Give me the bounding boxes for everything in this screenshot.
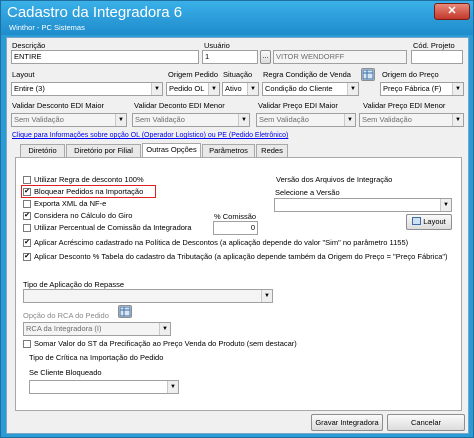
layout-select-value: Entire (3) bbox=[14, 84, 45, 93]
exporta-xml-checkbox[interactable] bbox=[23, 200, 31, 208]
dialog-window: Cadastro da Integradora 6 Winthor - PC S… bbox=[0, 0, 474, 438]
val-preco-menor-label: Validar Preço EDI Menor bbox=[363, 101, 446, 110]
versao-title: Versão dos Arquivos de Integração bbox=[276, 175, 393, 184]
val-desc-menor-value: Sem Validação bbox=[135, 115, 185, 124]
cod-projeto-label: Cód. Projeto bbox=[413, 41, 455, 50]
origem-pedido-value: Pedido OL bbox=[169, 84, 205, 93]
tab-diretorio[interactable]: Diretório bbox=[20, 144, 65, 157]
somar-st-checkbox[interactable] bbox=[23, 340, 31, 348]
gravar-integradora-button[interactable]: Gravar Integradora bbox=[311, 414, 383, 431]
situacao-label: Situação bbox=[223, 70, 253, 79]
tab-parametros[interactable]: Parâmetros bbox=[202, 144, 255, 157]
val-desc-maior-label: Validar Desconto EDI Maior bbox=[12, 101, 104, 110]
chevron-down-icon[interactable]: ▼ bbox=[452, 114, 463, 126]
perc-comissao-label: % Comissão bbox=[214, 212, 257, 221]
chevron-down-icon[interactable]: ▼ bbox=[115, 114, 126, 126]
val-preco-maior-select[interactable]: Sem Validação ▼ bbox=[256, 113, 356, 127]
situacao-value: Ativo bbox=[225, 84, 242, 93]
window-subtitle: Winthor - PC Sistemas bbox=[9, 23, 85, 32]
perc-comissao-input[interactable]: 0 bbox=[213, 221, 258, 235]
tab-outras-opcoes[interactable]: Outras Opções bbox=[142, 143, 201, 158]
selecione-versao-label: Selecione a Versão bbox=[275, 188, 340, 197]
descricao-input[interactable]: ENTIRE bbox=[11, 50, 199, 64]
origem-preco-select[interactable]: Preço Fábrica (F) ▼ bbox=[380, 82, 464, 96]
aplicar-desconto-checkbox[interactable]: ✔ bbox=[23, 253, 31, 261]
chevron-down-icon[interactable]: ▼ bbox=[151, 83, 162, 95]
layout-button-label: Layout bbox=[423, 217, 446, 226]
chevron-down-icon[interactable]: ▼ bbox=[247, 83, 258, 95]
chevron-down-icon[interactable]: ▼ bbox=[208, 83, 219, 95]
val-desc-menor-label: Validar Deconto EDI Menor bbox=[134, 101, 225, 110]
val-desc-maior-value: Sem Validação bbox=[14, 115, 64, 124]
regra-label: Regra Condição de Venda bbox=[263, 70, 351, 79]
origem-preco-value: Preço Fábrica (F) bbox=[383, 84, 442, 93]
layout-button[interactable]: Layout bbox=[406, 214, 452, 230]
chevron-down-icon[interactable]: ▼ bbox=[238, 114, 249, 126]
chevron-down-icon[interactable]: ▼ bbox=[440, 199, 451, 211]
selecione-versao-select[interactable]: ▼ bbox=[274, 198, 452, 212]
title-bar[interactable]: Cadastro da Integradora 6 Winthor - PC S… bbox=[1, 1, 473, 35]
layout-select[interactable]: Entire (3) ▼ bbox=[11, 82, 163, 96]
usuario-name-field: VITOR WENDORFF bbox=[273, 50, 407, 64]
descricao-label: Descrição bbox=[12, 41, 46, 50]
tab-diretorio-filial[interactable]: Diretório por Filial bbox=[66, 144, 141, 157]
window-title: Cadastro da Integradora 6 bbox=[7, 4, 183, 21]
rca-settings-button[interactable] bbox=[118, 305, 132, 318]
val-preco-maior-value: Sem Validação bbox=[259, 115, 309, 124]
rca-value: RCA da Integradora (I) bbox=[26, 324, 102, 333]
repasse-select[interactable]: ▼ bbox=[23, 289, 273, 303]
regra-desconto-label: Utilizar Regra de desconto 100% bbox=[34, 175, 144, 184]
regra-desconto-checkbox[interactable] bbox=[23, 176, 31, 184]
aplicar-acrescimo-checkbox[interactable]: ✔ bbox=[23, 239, 31, 247]
aplicar-acrescimo-label: Aplicar Acréscimo cadastrado na Política… bbox=[34, 238, 409, 247]
se-cliente-select[interactable]: ▼ bbox=[29, 380, 179, 394]
origem-pedido-label: Origem Pedido bbox=[168, 70, 219, 79]
dialog-body: Descrição ENTIRE Usuário 1 ... VITOR WEN… bbox=[6, 37, 469, 434]
info-link[interactable]: Clique para Informações sobre opção OL (… bbox=[12, 132, 288, 139]
considera-giro-label: Considera no Cálculo do Giro bbox=[34, 211, 133, 220]
usuario-lookup-button[interactable]: ... bbox=[260, 50, 271, 64]
situacao-select[interactable]: Ativo ▼ bbox=[222, 82, 259, 96]
exporta-xml-label: Exporta XML da NF-e bbox=[34, 199, 107, 208]
chevron-down-icon[interactable]: ▼ bbox=[344, 114, 355, 126]
chevron-down-icon[interactable]: ▼ bbox=[452, 83, 463, 95]
grid-icon bbox=[412, 217, 422, 225]
se-cliente-label: Se Cliente Bloqueado bbox=[29, 368, 102, 377]
considera-giro-checkbox[interactable]: ✔ bbox=[23, 212, 31, 220]
origem-preco-label: Origem do Preço bbox=[382, 70, 439, 79]
usuario-code-input[interactable]: 1 bbox=[202, 50, 258, 64]
val-preco-menor-select[interactable]: Sem Validação ▼ bbox=[359, 113, 464, 127]
perc-comissao-checkbox[interactable] bbox=[23, 224, 31, 232]
val-desc-menor-select[interactable]: Sem Validação ▼ bbox=[132, 113, 250, 127]
rca-label: Opção do RCA do Pedido bbox=[23, 311, 109, 320]
grid-icon bbox=[362, 69, 374, 80]
origem-pedido-select[interactable]: Pedido OL ▼ bbox=[166, 82, 220, 96]
aplicar-desconto-label: Aplicar Desconto % Tabela do cadastro da… bbox=[34, 252, 448, 261]
regra-value: Condição do Cliente bbox=[265, 84, 333, 93]
cod-projeto-input[interactable] bbox=[411, 50, 463, 64]
highlight-box bbox=[21, 185, 156, 198]
critica-title: Tipo de Crítica na Importação do Pedido bbox=[29, 353, 164, 362]
chevron-down-icon[interactable]: ▼ bbox=[167, 381, 178, 393]
somar-st-label: Somar Valor do ST da Precificação ao Pre… bbox=[34, 339, 297, 348]
chevron-down-icon[interactable]: ▼ bbox=[347, 83, 358, 95]
chevron-down-icon[interactable]: ▼ bbox=[159, 323, 170, 335]
tab-panel-outras-opcoes: Utilizar Regra de desconto 100% ✔ Bloque… bbox=[15, 157, 462, 411]
val-desc-maior-select[interactable]: Sem Validação ▼ bbox=[11, 113, 127, 127]
rca-select[interactable]: RCA da Integradora (I) ▼ bbox=[23, 322, 171, 336]
val-preco-menor-value: Sem Validação bbox=[362, 115, 412, 124]
regra-select[interactable]: Condição do Cliente ▼ bbox=[262, 82, 359, 96]
tab-redes[interactable]: Redes bbox=[256, 144, 288, 157]
perc-comissao-option-label: Utilizar Percentual de Comissão da Integ… bbox=[34, 223, 192, 232]
repasse-label: Tipo de Aplicação do Repasse bbox=[23, 280, 125, 289]
layout-label: Layout bbox=[12, 70, 35, 79]
usuario-label: Usuário bbox=[204, 41, 230, 50]
cancelar-button[interactable]: Cancelar bbox=[387, 414, 465, 431]
regra-settings-button[interactable] bbox=[361, 68, 375, 81]
chevron-down-icon[interactable]: ▼ bbox=[261, 290, 272, 302]
val-preco-maior-label: Validar Preço EDI Maior bbox=[258, 101, 338, 110]
close-button[interactable]: ✕ bbox=[434, 3, 470, 20]
grid-icon bbox=[119, 306, 131, 317]
